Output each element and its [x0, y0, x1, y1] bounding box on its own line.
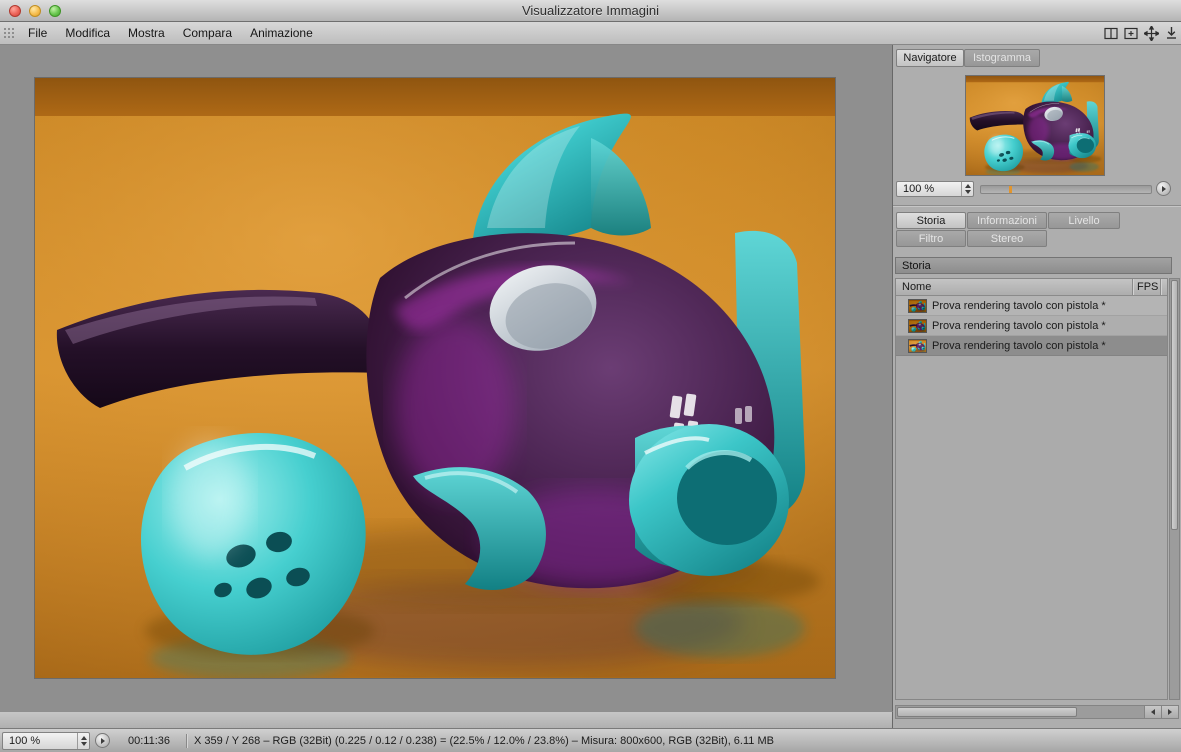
- render-image[interactable]: [35, 78, 835, 680]
- history-column-header[interactable]: Nome FPS: [896, 279, 1167, 296]
- tab-informazioni[interactable]: Informazioni: [967, 212, 1047, 229]
- tab-navigatore[interactable]: Navigatore: [896, 49, 964, 67]
- status-zoom-stepper-icon[interactable]: [77, 732, 89, 749]
- status-divider: [186, 733, 187, 748]
- status-time: 00:11:36: [128, 734, 171, 747]
- scroll-left-icon[interactable]: [1144, 706, 1161, 718]
- panel-divider: [893, 205, 1181, 207]
- navigator-zoom-slider[interactable]: [980, 185, 1152, 194]
- menu-animazione[interactable]: Animazione: [241, 26, 322, 40]
- history-list: Nome FPS Prova rendering tavolo con pist…: [895, 278, 1168, 700]
- minimize-button[interactable]: [29, 5, 41, 17]
- zoom-slider-tick[interactable]: [1009, 186, 1012, 193]
- history-hscrollbar[interactable]: [895, 705, 1179, 719]
- menu-file[interactable]: File: [19, 26, 56, 40]
- status-zoom-value: 100 %: [9, 734, 41, 747]
- menu-compara[interactable]: Compara: [174, 26, 241, 40]
- tab-livello[interactable]: Livello: [1048, 212, 1120, 229]
- status-options-button[interactable]: [95, 733, 110, 748]
- statusbar: 100 % 00:11:36 X 359 / Y 268 – RGB (32Bi…: [0, 728, 1181, 752]
- picture-viewer-window: Visualizzatore Immagini File Modifica Mo…: [0, 0, 1181, 752]
- navigator-options-button[interactable]: [1156, 181, 1171, 196]
- history-section-header: Storia: [895, 257, 1172, 274]
- window-title: Visualizzatore Immagini: [521, 3, 660, 18]
- history-row-thumbnail: [908, 298, 927, 313]
- scroll-right-icon[interactable]: [1161, 706, 1178, 718]
- dock-download-icon[interactable]: [1161, 24, 1181, 42]
- render-scene: [35, 78, 835, 680]
- history-vscrollbar[interactable]: [1169, 278, 1180, 700]
- maximize-button[interactable]: [49, 5, 61, 17]
- navigator-thumbnail[interactable]: [965, 75, 1105, 176]
- vscrollbar-thumb[interactable]: [1171, 280, 1178, 530]
- right-panel: Navigatore Istogramma 100 % Storia Infor…: [893, 45, 1181, 728]
- hscrollbar-thumb[interactable]: [897, 707, 1077, 717]
- column-nome[interactable]: Nome: [896, 281, 1132, 293]
- history-row-selected[interactable]: Prova rendering tavolo con pistola *: [896, 336, 1167, 356]
- navigator-zoom-stepper-icon[interactable]: [961, 182, 973, 196]
- tab-storia[interactable]: Storia: [896, 212, 966, 229]
- tab-filtro[interactable]: Filtro: [896, 230, 966, 247]
- history-row-label: Prova rendering tavolo con pistola *: [932, 299, 1106, 312]
- move-pan-icon[interactable]: [1141, 24, 1161, 42]
- titlebar: Visualizzatore Immagini: [0, 0, 1181, 22]
- navigator-zoom-field[interactable]: 100 %: [896, 181, 974, 197]
- history-row-thumbnail: [908, 318, 927, 333]
- close-button[interactable]: [9, 5, 21, 17]
- menubar: File Modifica Mostra Compara Animazione: [0, 22, 1181, 45]
- status-zoom-field[interactable]: 100 %: [2, 731, 90, 750]
- status-pixel-info: X 359 / Y 268 – RGB (32Bit) (0.225 / 0.1…: [194, 734, 774, 747]
- history-row-label: Prova rendering tavolo con pistola *: [932, 319, 1106, 332]
- add-panel-icon[interactable]: [1121, 24, 1141, 42]
- history-row[interactable]: Prova rendering tavolo con pistola *: [896, 296, 1167, 316]
- history-row[interactable]: Prova rendering tavolo con pistola *: [896, 316, 1167, 336]
- tab-istogramma[interactable]: Istogramma: [964, 49, 1040, 67]
- column-divider[interactable]: [1160, 279, 1161, 295]
- menu-modifica[interactable]: Modifica: [56, 26, 119, 40]
- viewport-hscrollbar[interactable]: [0, 711, 893, 728]
- history-row-label: Prova rendering tavolo con pistola *: [932, 339, 1106, 352]
- navigator-zoom-value: 100 %: [903, 183, 935, 195]
- column-fps[interactable]: FPS: [1133, 281, 1160, 293]
- menu-mostra[interactable]: Mostra: [119, 26, 174, 40]
- history-row-thumbnail: [908, 338, 927, 353]
- split-columns-icon[interactable]: [1101, 24, 1121, 42]
- drag-grip-icon[interactable]: [3, 27, 15, 39]
- image-viewport[interactable]: [0, 45, 893, 711]
- tab-stereo[interactable]: Stereo: [967, 230, 1047, 247]
